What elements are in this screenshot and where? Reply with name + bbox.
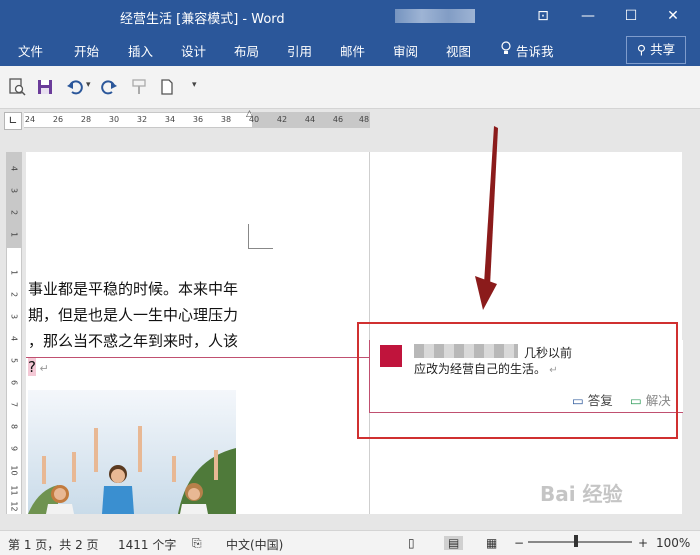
ruler-tick: 4 [9,335,19,342]
ruler-tick: 1 [9,269,19,276]
tab-layout[interactable]: 布局 [234,41,259,60]
ruler-tick: 9 [9,445,19,452]
redo-icon[interactable] [100,78,118,96]
ruler-tick: 8 [9,423,19,430]
tab-view[interactable]: 视图 [446,41,471,60]
ruler-tick: 36 [192,115,204,124]
annotation-highlight-box [357,322,678,439]
save-icon[interactable] [36,78,54,96]
ruler-tick: 38 [220,115,232,124]
tab-design[interactable]: 设计 [181,41,206,60]
language-indicator[interactable]: 中文(中国) [226,536,283,553]
horizontal-ruler[interactable]: 24 26 28 30 32 34 36 38 40 42 44 46 48 △ [24,109,370,128]
ruler-tick: 30 [108,115,120,124]
close-button[interactable]: ✕ [660,4,686,28]
document-line: 事业都是平稳的时候。本来中年 [28,280,239,298]
ruler-tick: 42 [276,115,288,124]
share-button[interactable]: ⚲ 共享 [626,36,686,64]
title-bar: 经营生活 [兼容模式] - Word ⊡ — ☐ ✕ [0,0,700,34]
share-label: 共享 [650,42,676,57]
page-count[interactable]: 第 1 页，共 2 页 [8,536,99,553]
tab-file[interactable]: 文件 [18,41,43,60]
tab-insert[interactable]: 插入 [128,41,153,60]
annotation-arrow [475,126,498,310]
ruler-tick: 24 [24,115,36,124]
web-layout-icon[interactable]: ▦ [486,536,497,550]
ruler-tick: 34 [164,115,176,124]
maximize-button[interactable]: ☐ [618,4,644,28]
tab-review[interactable]: 审阅 [393,41,418,60]
undo-icon[interactable] [66,78,84,96]
ruler-tick: 2 [9,209,19,216]
quick-access-toolbar: ▾ ▾ [0,66,700,109]
tab-references[interactable]: 引用 [287,41,312,60]
customize-toolbar-icon[interactable]: ▾ [192,80,197,90]
minimize-button[interactable]: — [575,4,601,28]
ribbon-tabs: 文件 开始 插入 设计 布局 引用 邮件 审阅 视图 告诉我 ⚲ 共享 [0,34,700,66]
document-line: ，那么当不惑之年到来时，人该 [28,332,239,350]
zoom-slider-handle[interactable] [574,535,578,547]
ruler-tick: 7 [9,401,19,408]
margin-corner-mark [248,224,273,249]
tab-home[interactable]: 开始 [74,41,99,60]
document-line: 期，但是也是人一生中心理压力 [28,306,239,324]
print-layout-icon[interactable]: ▤ [444,536,464,550]
print-preview-icon[interactable] [8,78,26,96]
indent-marker[interactable]: △ [246,109,253,119]
document-body[interactable]: 事业都是平稳的时候。本来中年 期，但是也是人一生中心理压力 ，那么当不惑之年到来… [28,276,238,382]
watermark: Bai 经验 [540,482,623,506]
zoom-slider[interactable] [528,541,632,543]
new-document-icon[interactable] [158,78,176,96]
ruler-tick: 1 [9,231,19,238]
ruler-tick: 11 [9,485,19,496]
ruler-tick: 26 [52,115,64,124]
ruler-tick: 28 [80,115,92,124]
zoom-out-icon[interactable]: − [514,536,524,550]
ruler-tick: 12 [9,501,19,512]
tab-mailings[interactable]: 邮件 [340,41,365,60]
window-title: 经营生活 [兼容模式] - Word [120,12,285,27]
ruler-tick: 4 [9,165,19,172]
ruler-tick: 48 [358,115,370,124]
proofing-icon[interactable]: ⎘ [192,536,202,551]
user-account[interactable] [395,9,475,23]
ruler-tick: 3 [9,187,19,194]
zoom-in-icon[interactable]: + [638,536,648,550]
lightbulb-icon [500,41,512,58]
tell-me-search[interactable]: 告诉我 [516,41,554,60]
ruler-tick: 32 [136,115,148,124]
read-mode-icon[interactable]: ▯ [408,536,415,550]
ruler-tick: 44 [304,115,316,124]
commented-text[interactable]: ? [28,358,36,376]
ruler-tick: 3 [9,313,19,320]
word-count[interactable]: 1411 个字 [118,536,176,553]
ruler-tick: 6 [9,379,19,386]
ribbon-display-options-icon[interactable]: ⊡ [530,4,556,28]
ruler-tick: 10 [9,465,19,476]
ruler-tick: 5 [9,357,19,364]
paragraph-mark-icon: ↵ [35,362,49,375]
zoom-level[interactable]: 100% [656,536,690,550]
vertical-ruler[interactable]: 4 3 2 1 1 2 3 4 5 6 7 8 9 10 11 12 [6,152,22,514]
ruler-tick: 2 [9,291,19,298]
document-image[interactable] [28,390,236,514]
undo-dropdown-icon[interactable]: ▾ [86,80,91,90]
document-line: ? ↵ [28,354,238,382]
ruler-tick: 46 [332,115,344,124]
format-painter-icon[interactable] [130,78,148,96]
person-icon: ⚲ [636,42,647,57]
